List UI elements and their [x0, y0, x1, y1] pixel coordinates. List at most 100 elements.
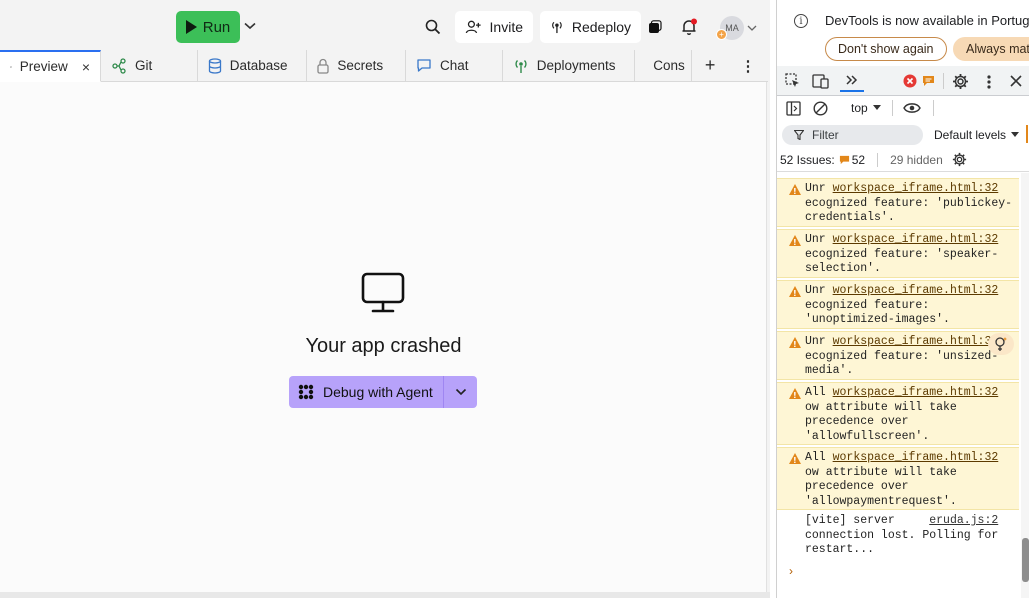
message-prefix: [vite] server [805, 514, 895, 527]
console-output: Unr workspace_iframe.html:32 ecognized f… [777, 173, 1029, 598]
dropdown-triangle-icon [1011, 132, 1020, 137]
source-link[interactable]: workspace_iframe.html:32 [833, 284, 999, 297]
more-panels-chevrons-icon[interactable] [840, 70, 864, 92]
add-tab-button[interactable]: + [692, 50, 729, 82]
filter-input[interactable]: Filter [782, 125, 923, 145]
console-warning-message: Unr workspace_iframe.html:32 ecognized f… [777, 280, 1019, 329]
device-toolbar-icon[interactable] [812, 73, 830, 89]
tab-console[interactable]: Cons [635, 50, 693, 82]
source-link[interactable]: workspace_iframe.html:32 [833, 182, 999, 195]
issues-count: 52 [851, 152, 866, 167]
levels-edge-marker [1026, 125, 1028, 143]
more-options-icon[interactable] [983, 73, 995, 90]
git-branch-icon [112, 57, 126, 74]
tab-secrets[interactable]: Secrets [307, 50, 407, 82]
copy-icon[interactable] [645, 17, 665, 37]
console-warning-message: All workspace_iframe.html:32 ow attribut… [777, 382, 1019, 445]
console-toolbar: top [777, 96, 1029, 120]
issues-bar[interactable]: 52 Issues: 52 29 hidden [777, 148, 1029, 172]
toolbar-separator [943, 73, 944, 89]
tab-preview[interactable]: Preview × [0, 50, 101, 82]
devtools-toolbar [777, 66, 1029, 96]
tab-more-glyph: ⋮ [740, 57, 756, 75]
tab-label: Preview [19, 59, 68, 74]
run-button[interactable]: Run [176, 11, 240, 43]
context-label: top [851, 101, 868, 115]
inspect-element-icon[interactable] [785, 73, 801, 89]
invite-label: Invite [489, 19, 523, 35]
deployments-icon [515, 59, 527, 73]
message-prefix: All [805, 451, 826, 464]
debug-options-chevron-icon[interactable] [443, 376, 477, 408]
context-selector[interactable]: top [851, 101, 881, 115]
console-settings-gear-icon[interactable] [952, 152, 967, 167]
close-tab-icon[interactable]: × [82, 59, 90, 75]
tab-database[interactable]: Database [197, 50, 308, 82]
message-text: ecognized feature: 'unsized-media'. [805, 349, 999, 378]
devtools-panel: i DevTools is now available in Portugu D… [776, 0, 1029, 598]
message-text: ecognized feature: 'unoptimized-images'. [805, 298, 950, 327]
settings-gear-icon[interactable] [952, 73, 969, 90]
source-link[interactable]: workspace_iframe.html:32 [833, 386, 999, 399]
ai-assistance-icon[interactable] [988, 333, 1014, 355]
source-link[interactable]: workspace_iframe.html:32 [833, 233, 999, 246]
console-prompt[interactable]: › [789, 564, 793, 578]
always-match-button[interactable]: Always matc [953, 37, 1029, 61]
redeploy-button[interactable]: Redeploy [540, 11, 641, 43]
warning-message-icon[interactable] [921, 74, 935, 88]
source-link[interactable]: workspace_iframe.html:32 [833, 335, 999, 348]
toolbar-separator [892, 100, 893, 116]
message-text: ecognized feature: 'publickey-credential… [805, 196, 1013, 225]
message-text: ecognized feature: 'speaker-selection'. [805, 247, 999, 276]
console-scrollbar-thumb[interactable] [1022, 538, 1029, 582]
tab-label: Secrets [337, 58, 384, 73]
issue-warning-icon [839, 155, 849, 164]
avatar-initials: MA [725, 23, 739, 33]
error-count-icon[interactable] [903, 74, 917, 88]
message-text: connection lost. Polling for restart... [805, 528, 999, 557]
sidebar-toggle-icon[interactable] [785, 100, 801, 116]
toolbar-separator [933, 100, 934, 116]
account-chevron-down-icon[interactable] [746, 22, 758, 34]
warning-triangle-icon [789, 286, 801, 302]
tab-chat[interactable]: Chat [406, 50, 503, 82]
clear-console-icon[interactable] [812, 100, 828, 116]
console-log-message: [vite] server eruda.js:2 connection lost… [777, 511, 1019, 561]
source-link[interactable]: eruda.js:2 [929, 514, 998, 527]
console-warning-message: Unr workspace_iframe.html:32 ecognized f… [777, 331, 1019, 380]
dont-show-again-button[interactable]: Don't show again [825, 37, 947, 61]
tab-label: Deployments [536, 58, 616, 73]
avatar-status-badge: + [716, 29, 727, 40]
more-options-icon[interactable]: ⋮ [728, 50, 768, 82]
banner-text: DevTools is now available in Portugu [825, 13, 1029, 28]
source-link[interactable]: workspace_iframe.html:32 [833, 451, 999, 464]
filter-placeholder: Filter [812, 128, 839, 142]
redeploy-label: Redeploy [571, 19, 631, 35]
debug-label: Debug with Agent [323, 384, 433, 400]
hidden-count: 29 hidden [890, 152, 943, 167]
debug-with-agent-button[interactable]: Debug with Agent [289, 376, 443, 408]
plus-icon: + [704, 55, 716, 75]
log-levels-dropdown[interactable]: Default levels [934, 128, 1020, 142]
agent-icon [298, 384, 314, 400]
preview-pane: Your app crashed Debug with Agent [0, 82, 767, 592]
live-expression-eye-icon[interactable] [903, 100, 921, 116]
levels-label: Default levels [934, 128, 1007, 142]
run-label: Run [202, 18, 231, 36]
warning-triangle-icon [789, 388, 801, 404]
redeploy-icon [552, 21, 562, 34]
add-user-icon [465, 20, 481, 34]
bell-icon[interactable] [679, 17, 699, 37]
invite-button[interactable]: Invite [455, 11, 533, 43]
message-prefix: All [805, 386, 826, 399]
close-icon[interactable] [1009, 74, 1023, 88]
console-warning-message: All workspace_iframe.html:32 ow attribut… [777, 447, 1019, 510]
tab-label: Database [229, 58, 288, 73]
tab-git[interactable]: Git [101, 50, 198, 82]
search-icon[interactable] [423, 17, 443, 37]
warning-triangle-icon [789, 184, 801, 200]
run-options-chevron-icon[interactable] [242, 18, 258, 34]
console-scrollbar-track[interactable] [1021, 173, 1029, 598]
tab-bar: Preview × Git Database Secrets Chat Depl… [0, 50, 768, 82]
tab-deployments[interactable]: Deployments [502, 50, 636, 82]
